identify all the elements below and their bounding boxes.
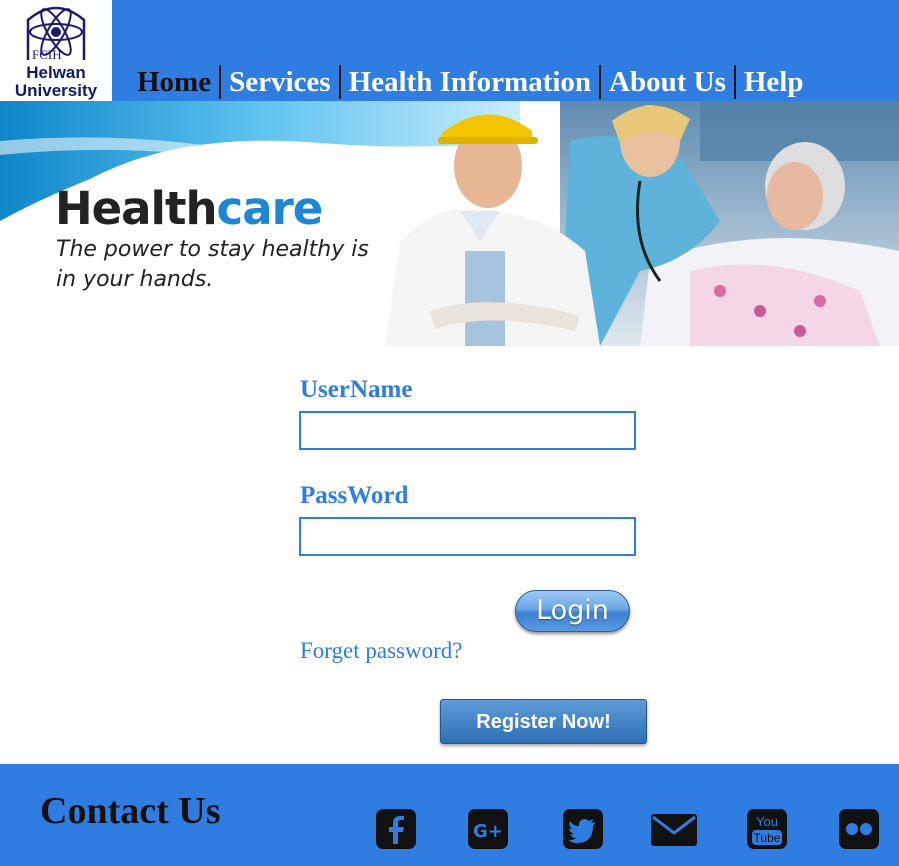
login-button[interactable]: Login	[515, 590, 630, 632]
youtube-icon[interactable]: You Tube	[746, 808, 788, 850]
logo-line2: University	[14, 81, 98, 100]
register-now-button[interactable]: Register Now!	[440, 699, 647, 744]
banner-title-part2: care	[216, 182, 324, 235]
nav-divider	[733, 65, 736, 99]
mail-icon[interactable]	[650, 808, 698, 850]
nav-services[interactable]: Services	[229, 64, 330, 100]
banner-tagline-line1: The power to stay healthy is	[56, 237, 369, 262]
university-logo[interactable]: FCIH Helwan University	[0, 0, 112, 101]
banner-title: Healthcare	[55, 182, 324, 235]
password-input[interactable]	[299, 517, 636, 556]
main-nav: Home Services Health Information About U…	[137, 64, 804, 100]
nav-home[interactable]: Home	[137, 64, 211, 100]
username-input[interactable]	[299, 411, 636, 450]
twitter-icon[interactable]	[562, 808, 604, 850]
svg-text:G+: G+	[473, 821, 503, 842]
nav-divider	[599, 65, 602, 99]
nav-divider	[219, 65, 222, 99]
footer-bar: Contact Us G+ You Tube	[0, 764, 899, 866]
nav-health-information[interactable]: Health Information	[349, 64, 591, 100]
facebook-icon[interactable]	[375, 808, 417, 850]
logo-line1: Helwan	[26, 63, 86, 82]
password-label: PassWord	[300, 482, 409, 509]
nav-about-us[interactable]: About Us	[609, 64, 726, 100]
forget-password-link[interactable]: Forget password?	[300, 636, 462, 666]
flickr-icon[interactable]	[838, 808, 880, 850]
healthcare-banner: Healthcare The power to stay healthy is …	[0, 101, 899, 346]
svg-text:You: You	[756, 814, 778, 829]
banner-tagline-line2: in your hands.	[56, 267, 214, 292]
nav-divider	[338, 65, 341, 99]
svg-text:Tube: Tube	[754, 831, 781, 845]
contact-us-title: Contact Us	[40, 790, 221, 832]
banner-title-part1: Health	[55, 182, 218, 235]
username-label: UserName	[300, 376, 413, 403]
nav-help[interactable]: Help	[744, 64, 804, 100]
google-plus-icon[interactable]: G+	[467, 808, 509, 850]
logo-fcih-text: FCIH	[32, 47, 62, 62]
header-bar: FCIH Helwan University Home Services Hea…	[0, 0, 899, 101]
